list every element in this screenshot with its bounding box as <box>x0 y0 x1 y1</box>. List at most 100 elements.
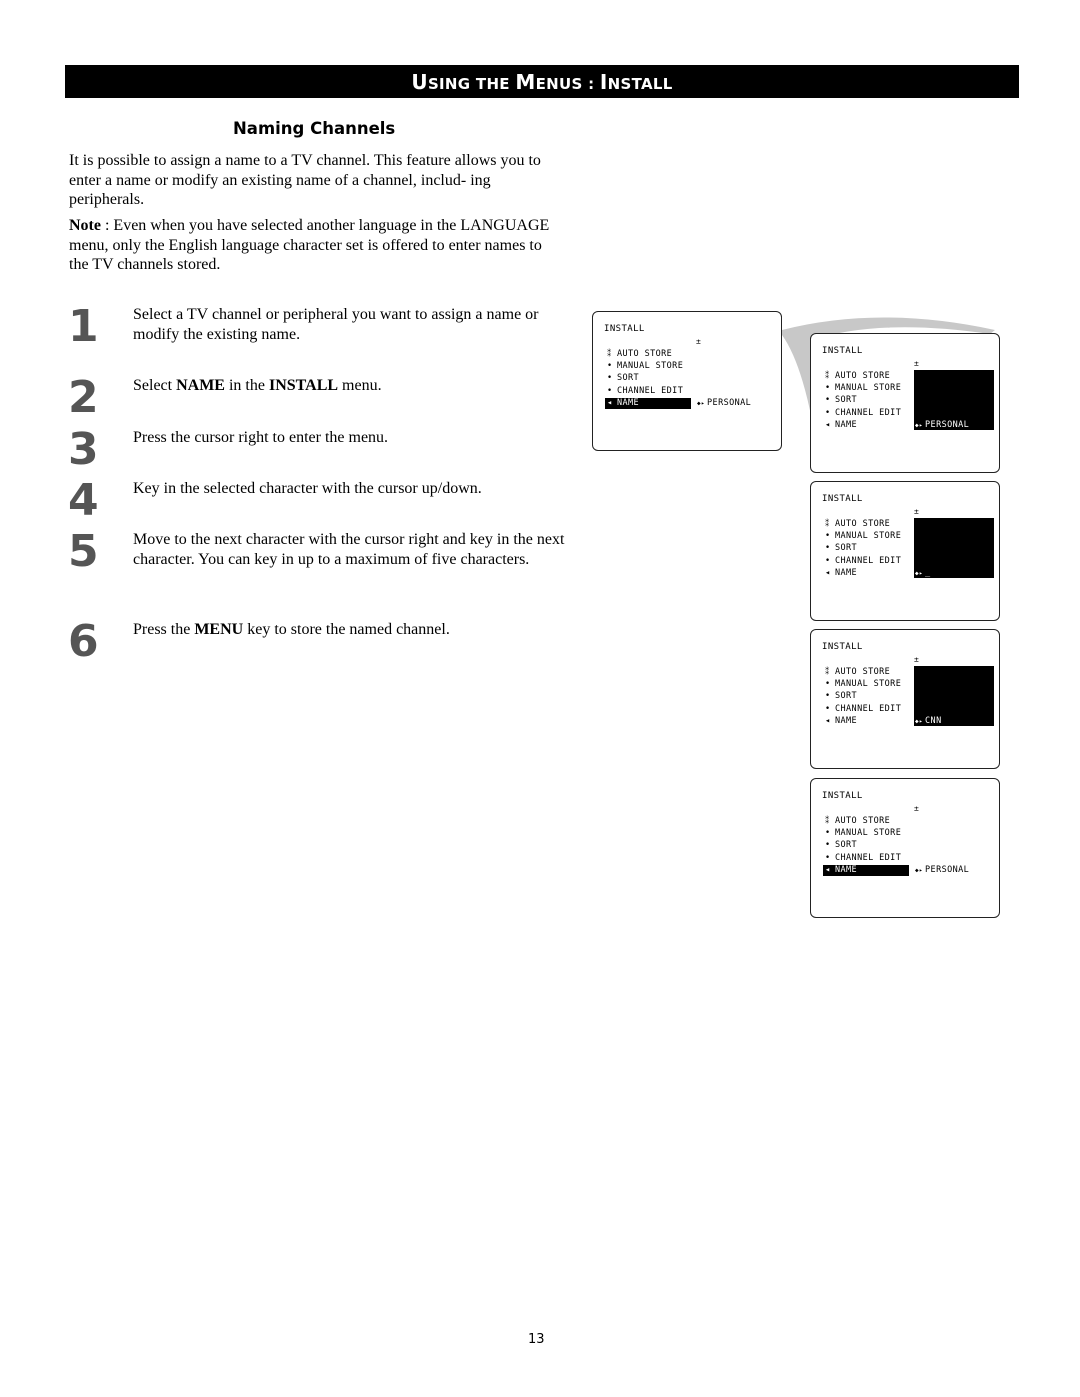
step-number: 6 <box>68 616 99 667</box>
bullet-icon: ⁑ <box>825 519 830 529</box>
menu-item-label: CHANNEL EDIT <box>835 703 902 714</box>
menu-item-auto-store[interactable]: ⁑ AUTO STORE <box>825 519 890 530</box>
menu-item-name[interactable]: ◂ NAME <box>825 420 857 431</box>
bullet-icon: ◂ <box>825 715 831 726</box>
menu-item-manual-store[interactable]: • MANUAL STORE <box>607 361 683 372</box>
menu-item-auto-store[interactable]: ⁑ AUTO STORE <box>825 667 890 678</box>
step-1: 1 Select a TV channel or peripheral you w… <box>68 301 578 365</box>
menu-item-label: MANUAL STORE <box>835 679 902 690</box>
menu-item-channel-edit[interactable]: • CHANNEL EDIT <box>607 386 683 397</box>
section-title: Naming Channels <box>233 119 396 138</box>
menu-item-label: AUTO STORE <box>835 371 891 381</box>
note-paragraph: Note : Even when you have selected anoth… <box>69 216 559 275</box>
up-down-arrow-icon: ± <box>914 359 920 368</box>
cursor-arrow-icon: ◆▸ <box>915 421 924 429</box>
channel-name-text: CNN <box>925 715 942 726</box>
menu-item-label: AUTO STORE <box>835 519 891 529</box>
menu-title: INSTALL <box>822 346 863 356</box>
bullet-icon: • <box>825 679 831 690</box>
cursor-arrow-icon: ◆▸ <box>697 399 706 407</box>
menu-title: INSTALL <box>822 791 863 801</box>
menu-item-manual-store[interactable]: • MANUAL STORE <box>825 531 901 542</box>
bullet-icon: • <box>607 385 613 396</box>
step-text-part: in the <box>224 377 269 394</box>
header-title-part: NSTALL <box>607 75 673 93</box>
menu-item-manual-store[interactable]: • MANUAL STORE <box>825 828 901 839</box>
menu-item-sort[interactable]: • SORT <box>825 395 857 406</box>
menu-item-auto-store[interactable]: ⁑ AUTO STORE <box>607 349 672 360</box>
menu-item-label: MANUAL STORE <box>835 828 902 839</box>
header-title-part: SING THE <box>427 75 516 93</box>
bullet-icon: ⁑ <box>607 349 612 359</box>
step-text-part: Select <box>133 377 177 394</box>
menu-item-label: SORT <box>835 691 858 702</box>
up-down-arrow-icon: ± <box>914 655 920 664</box>
menu-item-label: CHANNEL EDIT <box>835 555 902 566</box>
note-label: Note <box>69 217 101 234</box>
bullet-icon: • <box>825 395 831 406</box>
bullet-icon: • <box>825 383 831 394</box>
install-menu-screen-4: INSTALL ± ⁑ AUTO STORE • MANUAL STORE • SORT • CH… <box>810 629 1000 769</box>
step-number: 2 <box>68 372 99 423</box>
channel-name-text: _ <box>925 567 931 578</box>
header-title-part: I <box>599 70 608 94</box>
bullet-icon: ◂ <box>607 397 613 408</box>
step-keyword: MENU <box>194 621 244 638</box>
bullet-icon: • <box>825 531 831 542</box>
menu-item-label: NAME <box>835 715 858 726</box>
menu-item-label: AUTO STORE <box>835 816 891 826</box>
menu-item-label: NAME <box>835 864 858 875</box>
menu-item-channel-edit[interactable]: • CHANNEL EDIT <box>825 556 901 567</box>
bullet-icon: • <box>825 691 831 702</box>
menu-item-label: SORT <box>617 373 640 384</box>
bullet-icon: ⁑ <box>825 667 830 677</box>
menu-item-sort[interactable]: • SORT <box>825 840 857 851</box>
menu-item-name[interactable]: ◂ NAME <box>825 568 857 579</box>
step-text: Key in the selected character with the c… <box>133 479 573 499</box>
header-title-part: ENUS : <box>535 75 600 93</box>
menu-item-auto-store[interactable]: ⁑ AUTO STORE <box>825 816 890 827</box>
header-title-part: M <box>515 70 536 94</box>
bullet-icon: • <box>825 828 831 839</box>
menu-item-sort[interactable]: • SORT <box>607 373 639 384</box>
menu-item-label: AUTO STORE <box>617 349 673 359</box>
menu-item-name[interactable]: ◂ NAME <box>825 716 857 727</box>
channel-name-text: PERSONAL <box>707 397 752 408</box>
menu-title: INSTALL <box>822 642 863 652</box>
bullet-icon: ◂ <box>825 419 831 430</box>
step-number: 1 <box>68 301 99 352</box>
up-down-arrow-icon: ± <box>914 507 920 516</box>
bullet-icon: • <box>607 361 613 372</box>
name-value: ◆▸ PERSONAL <box>915 420 969 430</box>
menu-item-name[interactable]: ◂ NAME <box>823 864 909 876</box>
menu-item-label: AUTO STORE <box>835 667 891 677</box>
bullet-icon: ◂ <box>825 567 831 578</box>
menu-item-channel-edit[interactable]: • CHANNEL EDIT <box>825 704 901 715</box>
menu-item-label: SORT <box>835 395 858 406</box>
intro-paragraph: It is possible to assign a name to a TV … <box>69 152 541 208</box>
name-value: ◆▸ CNN <box>915 716 942 726</box>
menu-item-name[interactable]: ◂ NAME <box>605 397 691 409</box>
install-menu-screen-2: INSTALL ± ⁑ AUTO STORE • MANUAL STORE • SORT • CH… <box>810 333 1000 473</box>
name-value: ◆▸ PERSONAL <box>915 865 969 875</box>
channel-name-text: PERSONAL <box>925 864 970 875</box>
header-title-part: U <box>411 70 428 94</box>
menu-item-channel-edit[interactable]: • CHANNEL EDIT <box>825 853 901 864</box>
menu-item-label: MANUAL STORE <box>835 531 902 542</box>
menu-item-auto-store[interactable]: ⁑ AUTO STORE <box>825 371 890 382</box>
step-6: 6 Press the MENU key to store the named c… <box>68 616 578 680</box>
step-text-part: Press the <box>133 621 195 638</box>
menu-item-manual-store[interactable]: • MANUAL STORE <box>825 383 901 394</box>
bullet-icon: ◂ <box>825 864 831 875</box>
menu-item-sort[interactable]: • SORT <box>825 691 857 702</box>
install-menu-screen-3: INSTALL ± ⁑ AUTO STORE • MANUAL STORE • SORT • CH… <box>810 481 1000 621</box>
name-value: ◆▸ _ <box>915 568 931 578</box>
menu-item-manual-store[interactable]: • MANUAL STORE <box>825 679 901 690</box>
bullet-icon: • <box>825 555 831 566</box>
step-2: 2 Select NAME in the INSTALL menu. <box>68 372 578 436</box>
menu-item-channel-edit[interactable]: • CHANNEL EDIT <box>825 408 901 419</box>
menu-item-sort[interactable]: • SORT <box>825 543 857 554</box>
step-text-part: menu. <box>338 377 382 394</box>
menu-title: INSTALL <box>604 324 645 334</box>
name-value: ◆▸ PERSONAL <box>697 398 751 408</box>
